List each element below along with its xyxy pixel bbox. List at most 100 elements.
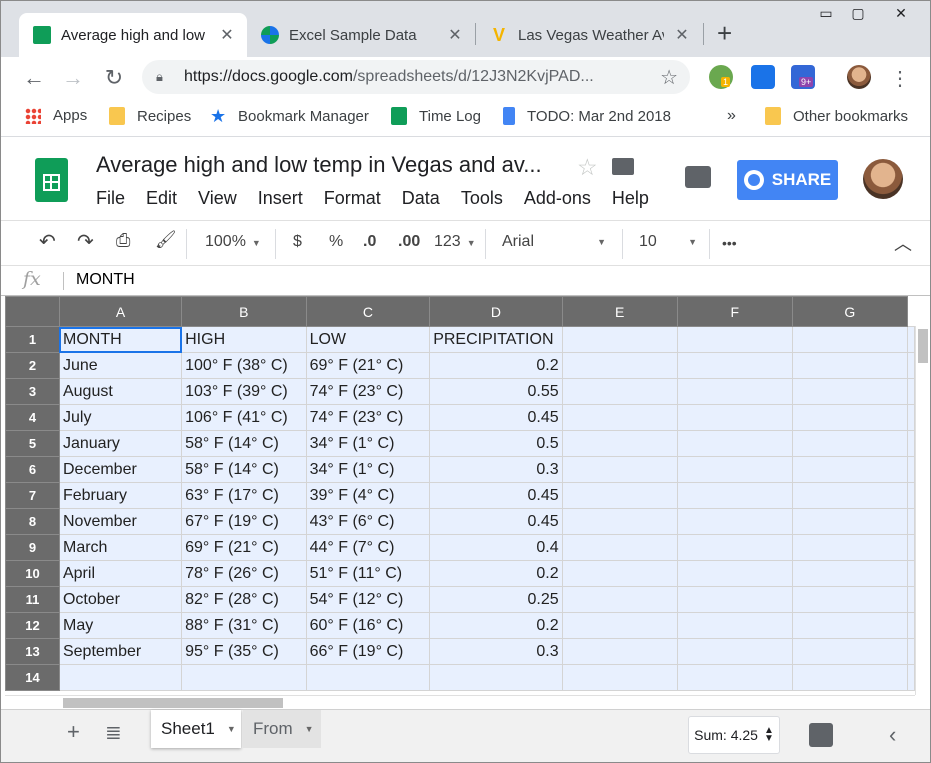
bookmark-star-icon[interactable]: ☆ bbox=[660, 65, 678, 90]
grid-cell[interactable]: 58° F (14° C) bbox=[181, 430, 307, 457]
grid-cell[interactable] bbox=[791, 378, 909, 405]
paint-format-icon[interactable]: 🖌︎ bbox=[155, 230, 177, 250]
row-header[interactable]: 1 bbox=[5, 326, 60, 353]
sheet-tab-from[interactable]: From ▼ bbox=[243, 710, 321, 748]
grid-cell[interactable] bbox=[181, 664, 307, 691]
grid-cell[interactable]: 0.5 bbox=[429, 430, 563, 457]
grid-cell[interactable]: January bbox=[58, 430, 183, 457]
grid-cell[interactable] bbox=[676, 508, 793, 535]
row-header[interactable]: 10 bbox=[5, 560, 60, 587]
format-percent-button[interactable]: % bbox=[329, 233, 343, 251]
grid-cell[interactable] bbox=[561, 456, 678, 483]
grid-cell[interactable]: 0.45 bbox=[429, 508, 563, 535]
share-button[interactable]: SHARE bbox=[737, 160, 838, 200]
grid-cell[interactable]: 78° F (26° C) bbox=[181, 560, 307, 587]
grid-cell[interactable] bbox=[791, 482, 909, 509]
formula-input[interactable]: MONTH bbox=[76, 271, 135, 289]
grid-cell[interactable]: 88° F (31° C) bbox=[181, 612, 307, 639]
grid-cell[interactable]: MONTH bbox=[58, 326, 183, 353]
bookmark-apps[interactable]: Apps bbox=[25, 107, 87, 124]
grid-cell[interactable]: 0.25 bbox=[429, 586, 563, 613]
side-panel-toggle-icon[interactable]: ‹ bbox=[889, 722, 896, 748]
grid-cell[interactable]: 0.45 bbox=[429, 482, 563, 509]
grid-cell[interactable] bbox=[561, 664, 678, 691]
minimize-button[interactable]: ▭ bbox=[809, 1, 843, 25]
close-tab-icon[interactable]: ✕ bbox=[445, 25, 465, 45]
more-formats-select[interactable]: 123 ▼ bbox=[434, 233, 476, 251]
grid-cell[interactable] bbox=[907, 404, 915, 431]
vertical-scroll-thumb[interactable] bbox=[918, 329, 928, 363]
grid-cell[interactable] bbox=[907, 586, 915, 613]
grid-cell[interactable]: 95° F (35° C) bbox=[181, 638, 307, 665]
print-icon[interactable]: ⎙ bbox=[116, 230, 130, 251]
grid-cell[interactable] bbox=[791, 404, 909, 431]
grid-cell[interactable]: 0.55 bbox=[429, 378, 563, 405]
grid-cell[interactable]: 74° F (23° C) bbox=[305, 378, 431, 405]
address-bar[interactable]: 🔒︎ https://docs.google.com/spreadsheets/… bbox=[142, 60, 690, 94]
grid-cell[interactable] bbox=[676, 664, 793, 691]
maximize-button[interactable]: ▢ bbox=[841, 1, 875, 25]
row-header[interactable]: 12 bbox=[5, 612, 60, 639]
extension-icon-2[interactable] bbox=[751, 65, 775, 89]
row-header[interactable]: 3 bbox=[5, 378, 60, 405]
grid-cell[interactable] bbox=[676, 326, 793, 353]
grid-cell[interactable]: July bbox=[58, 404, 183, 431]
horizontal-scroll-thumb[interactable] bbox=[63, 698, 283, 708]
grid-cell[interactable] bbox=[561, 638, 678, 665]
grid-cell[interactable] bbox=[676, 482, 793, 509]
more-toolbar-button[interactable]: ••• bbox=[722, 235, 737, 251]
grid-cell[interactable] bbox=[791, 638, 909, 665]
select-all-corner[interactable] bbox=[5, 296, 60, 327]
spreadsheet-grid[interactable]: A B C D E F G 1 MONTH HIGH LOW PRECIPITATION… bbox=[5, 296, 915, 695]
all-sheets-button[interactable]: ≣ bbox=[105, 720, 122, 745]
move-to-folder-icon[interactable] bbox=[612, 158, 634, 175]
grid-cell[interactable] bbox=[907, 612, 915, 639]
grid-cell[interactable] bbox=[676, 586, 793, 613]
grid-cell[interactable] bbox=[561, 404, 678, 431]
grid-cell[interactable]: February bbox=[58, 482, 183, 509]
collapse-menus-icon[interactable]: ︿ bbox=[894, 230, 912, 256]
browser-tab-excel-sample[interactable]: Excel Sample Data ✕ bbox=[247, 13, 475, 57]
column-header-a[interactable]: A bbox=[58, 296, 183, 327]
grid-cell[interactable]: 0.2 bbox=[429, 560, 563, 587]
profile-avatar[interactable] bbox=[847, 65, 871, 89]
grid-cell[interactable] bbox=[907, 664, 915, 691]
grid-cell[interactable] bbox=[561, 612, 678, 639]
grid-cell[interactable]: 54° F (12° C) bbox=[305, 586, 431, 613]
grid-cell[interactable]: 67° F (19° C) bbox=[181, 508, 307, 535]
grid-cell[interactable]: 0.4 bbox=[429, 534, 563, 561]
grid-cell[interactable] bbox=[907, 508, 915, 535]
menu-data[interactable]: Data bbox=[402, 188, 440, 209]
grid-cell[interactable] bbox=[676, 534, 793, 561]
grid-cell[interactable] bbox=[907, 638, 915, 665]
grid-cell[interactable] bbox=[561, 326, 678, 353]
grid-cell[interactable] bbox=[676, 560, 793, 587]
grid-cell[interactable]: 0.3 bbox=[429, 638, 563, 665]
add-sheet-button[interactable]: + bbox=[67, 719, 80, 745]
grid-cell[interactable]: 60° F (16° C) bbox=[305, 612, 431, 639]
grid-cell[interactable]: May bbox=[58, 612, 183, 639]
menu-tools[interactable]: Tools bbox=[461, 188, 503, 209]
grid-cell[interactable]: September bbox=[58, 638, 183, 665]
bookmark-time-log[interactable]: Time Log bbox=[391, 107, 481, 125]
grid-cell[interactable] bbox=[58, 664, 183, 691]
increase-decimal-button[interactable]: .00 bbox=[398, 233, 420, 251]
browser-menu-button[interactable]: ⋮ bbox=[885, 63, 915, 93]
sheets-logo-icon[interactable] bbox=[35, 158, 68, 202]
grid-cell[interactable] bbox=[791, 326, 909, 353]
grid-cell[interactable] bbox=[305, 664, 431, 691]
close-tab-icon[interactable]: ✕ bbox=[217, 25, 237, 45]
grid-cell[interactable] bbox=[907, 482, 915, 509]
grid-cell[interactable]: 58° F (14° C) bbox=[181, 456, 307, 483]
grid-cell[interactable]: 39° F (4° C) bbox=[305, 482, 431, 509]
star-document-icon[interactable]: ☆ bbox=[577, 154, 598, 181]
grid-cell[interactable] bbox=[907, 560, 915, 587]
column-header-c[interactable]: C bbox=[305, 296, 431, 327]
grid-cell[interactable] bbox=[907, 326, 915, 353]
row-header[interactable]: 13 bbox=[5, 638, 60, 665]
menu-format[interactable]: Format bbox=[324, 188, 381, 209]
column-header-d[interactable]: D bbox=[429, 296, 563, 327]
extension-icon-3[interactable]: 9+ bbox=[791, 65, 815, 89]
grid-cell[interactable]: 43° F (6° C) bbox=[305, 508, 431, 535]
row-header[interactable]: 6 bbox=[5, 456, 60, 483]
